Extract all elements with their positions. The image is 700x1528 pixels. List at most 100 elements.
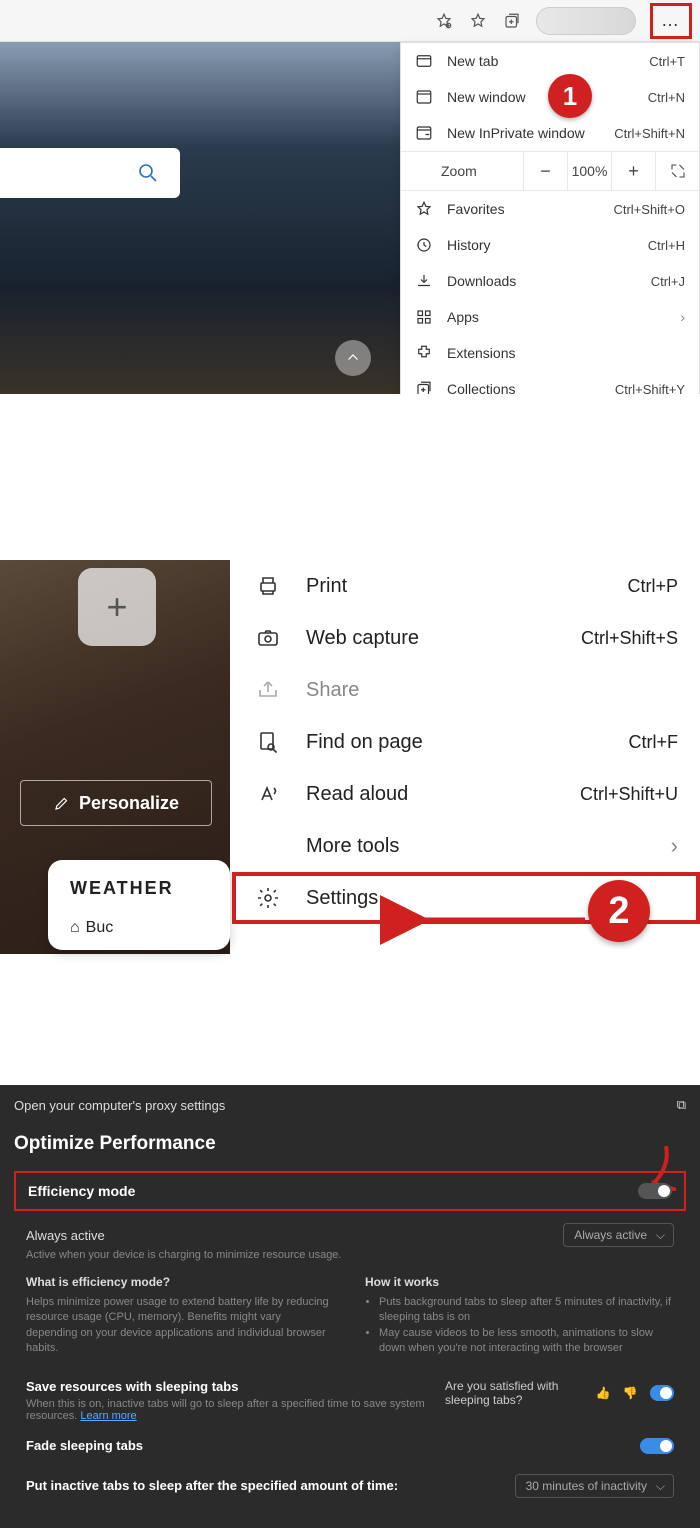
always-active-row: Always active Always active [14, 1219, 686, 1249]
menu-history[interactable]: History Ctrl+H [401, 227, 699, 263]
menu-more-tools[interactable]: More tools › [232, 820, 700, 872]
thumbs-down-icon[interactable]: 👎 [623, 1386, 638, 1400]
personalize-label: Personalize [79, 793, 179, 814]
menu-label: New tab [447, 53, 635, 69]
menu-label: Collections [447, 381, 601, 394]
personalize-button[interactable]: Personalize [20, 780, 212, 826]
pencil-icon [53, 794, 71, 812]
menu-shortcut: Ctrl+N [648, 90, 685, 105]
sleeping-tabs-toggle[interactable] [650, 1385, 674, 1401]
menu-label: Downloads [447, 273, 637, 289]
zoom-in[interactable]: + [611, 151, 655, 191]
menu-label: New InPrivate window [447, 125, 600, 141]
chevron-right-icon: › [680, 309, 685, 325]
menu-print[interactable]: Print Ctrl+P [232, 560, 700, 612]
inactive-time-dropdown[interactable]: 30 minutes of inactivity [515, 1474, 674, 1498]
sleeping-tabs-row: Save resources with sleeping tabs When t… [14, 1373, 686, 1428]
window-icon [415, 88, 433, 106]
search-icon [136, 161, 160, 185]
add-favorite-icon[interactable] [434, 11, 454, 31]
read-aloud-icon [254, 782, 282, 806]
print-icon [254, 574, 282, 598]
sleeping-tabs-sub: When this is on, inactive tabs will go t… [26, 1398, 425, 1422]
always-active-sub: Active when your device is charging to m… [14, 1249, 686, 1271]
inprivate-icon [415, 124, 433, 142]
efficiency-info-columns: What is efficiency mode? Helps minimize … [14, 1271, 686, 1373]
section-heading: Optimize Performance [14, 1133, 686, 1155]
menu-label: Favorites [447, 201, 599, 217]
col-left-text: Helps minimize power usage to extend bat… [26, 1295, 335, 1357]
menu-inprivate[interactable]: New InPrivate window Ctrl+Shift+N [401, 115, 699, 151]
efficiency-label: Efficiency mode [28, 1183, 135, 1199]
downloads-icon [415, 272, 433, 290]
sleeping-tabs-feedback: Are you satisfied with sleeping tabs? 👍 … [445, 1379, 674, 1407]
menu-label: History [447, 237, 634, 253]
history-icon [415, 236, 433, 254]
gear-icon [254, 886, 282, 910]
new-tab-icon [415, 52, 433, 70]
find-icon [254, 730, 282, 754]
menu-read-aloud[interactable]: Read aloud Ctrl+Shift+U [232, 768, 700, 820]
learn-more-link[interactable]: Learn more [80, 1410, 136, 1422]
menu-find-on-page[interactable]: Find on page Ctrl+F [232, 716, 700, 768]
add-shortcut-tile[interactable]: + [78, 568, 156, 646]
home-icon: ⌂ [70, 919, 80, 937]
external-link-icon: ⧉ [677, 1097, 686, 1113]
inactive-time-row: Put inactive tabs to sleep after the spe… [14, 1464, 686, 1508]
menu-shortcut: Ctrl+H [648, 238, 685, 253]
annotation-badge-2: 2 [588, 880, 650, 942]
weather-card[interactable]: WEATHER ⌂ Buc [48, 860, 230, 950]
panel-3-edge-settings-performance: Open your computer's proxy settings ⧉ Op… [0, 1085, 700, 1528]
how-it-works-li: May cause videos to be less smooth, anim… [379, 1326, 674, 1357]
fullscreen-icon[interactable] [655, 151, 699, 191]
zoom-control: Zoom − 100% + [401, 151, 699, 191]
weather-location: ⌂ Buc [70, 919, 208, 937]
col-right-heading: How it works [365, 1275, 674, 1289]
menu-favorites[interactable]: Favorites Ctrl+Shift+O [401, 191, 699, 227]
proxy-settings-link[interactable]: Open your computer's proxy settings ⧉ [14, 1097, 686, 1113]
col-left-heading: What is efficiency mode? [26, 1275, 335, 1289]
panel-2-edge-menu-settings: + Personalize WEATHER ⌂ Buc Print Ctrl+P… [0, 560, 700, 1085]
menu-shortcut: Ctrl+Shift+Y [615, 382, 685, 395]
zoom-value: 100% [567, 151, 611, 191]
newtab-background [0, 42, 400, 394]
share-icon [254, 678, 282, 702]
capture-icon [254, 626, 282, 650]
how-it-works-li: Puts background tabs to sleep after 5 mi… [379, 1295, 674, 1326]
menu-shortcut: Ctrl+J [651, 274, 685, 289]
menu-web-capture[interactable]: Web capture Ctrl+Shift+S [232, 612, 700, 664]
menu-new-tab[interactable]: New tab Ctrl+T [401, 43, 699, 79]
efficiency-toggle[interactable] [638, 1183, 672, 1199]
menu-downloads[interactable]: Downloads Ctrl+J [401, 263, 699, 299]
gap [0, 394, 700, 560]
favorites-icon[interactable] [468, 11, 488, 31]
annotation-badge-1: 1 [548, 74, 592, 118]
menu-apps[interactable]: Apps › [401, 299, 699, 335]
menu-label: New window [447, 89, 634, 105]
chevron-right-icon: › [671, 833, 678, 859]
menu-label: Apps [447, 309, 666, 325]
fade-tabs-row: Fade sleeping tabs [14, 1428, 686, 1464]
apps-icon [415, 308, 433, 326]
sleeping-tabs-title: Save resources with sleeping tabs [26, 1379, 425, 1394]
extensions-icon [415, 344, 433, 362]
menu-share: Share [232, 664, 700, 716]
menu-extensions[interactable]: Extensions [401, 335, 699, 371]
always-active-dropdown[interactable]: Always active [563, 1223, 674, 1247]
zoom-label: Zoom [401, 163, 523, 179]
zoom-out[interactable]: − [523, 151, 567, 191]
menu-label: Extensions [447, 345, 685, 361]
search-box[interactable] [0, 148, 180, 198]
scroll-top-button[interactable] [335, 340, 371, 376]
menu-shortcut: Ctrl+Shift+N [614, 126, 685, 141]
more-menu-button[interactable]: … [650, 3, 692, 39]
thumbs-up-icon[interactable]: 👍 [596, 1386, 611, 1400]
menu-shortcut: Ctrl+Shift+O [613, 202, 685, 217]
collections-icon[interactable] [502, 11, 522, 31]
profile-button[interactable] [536, 7, 636, 35]
fade-tabs-toggle[interactable] [640, 1438, 674, 1454]
menu-shortcut: Ctrl+T [649, 54, 685, 69]
menu-collections[interactable]: Collections Ctrl+Shift+Y [401, 371, 699, 394]
favorites-icon [415, 200, 433, 218]
efficiency-mode-row: Efficiency mode [14, 1171, 686, 1211]
